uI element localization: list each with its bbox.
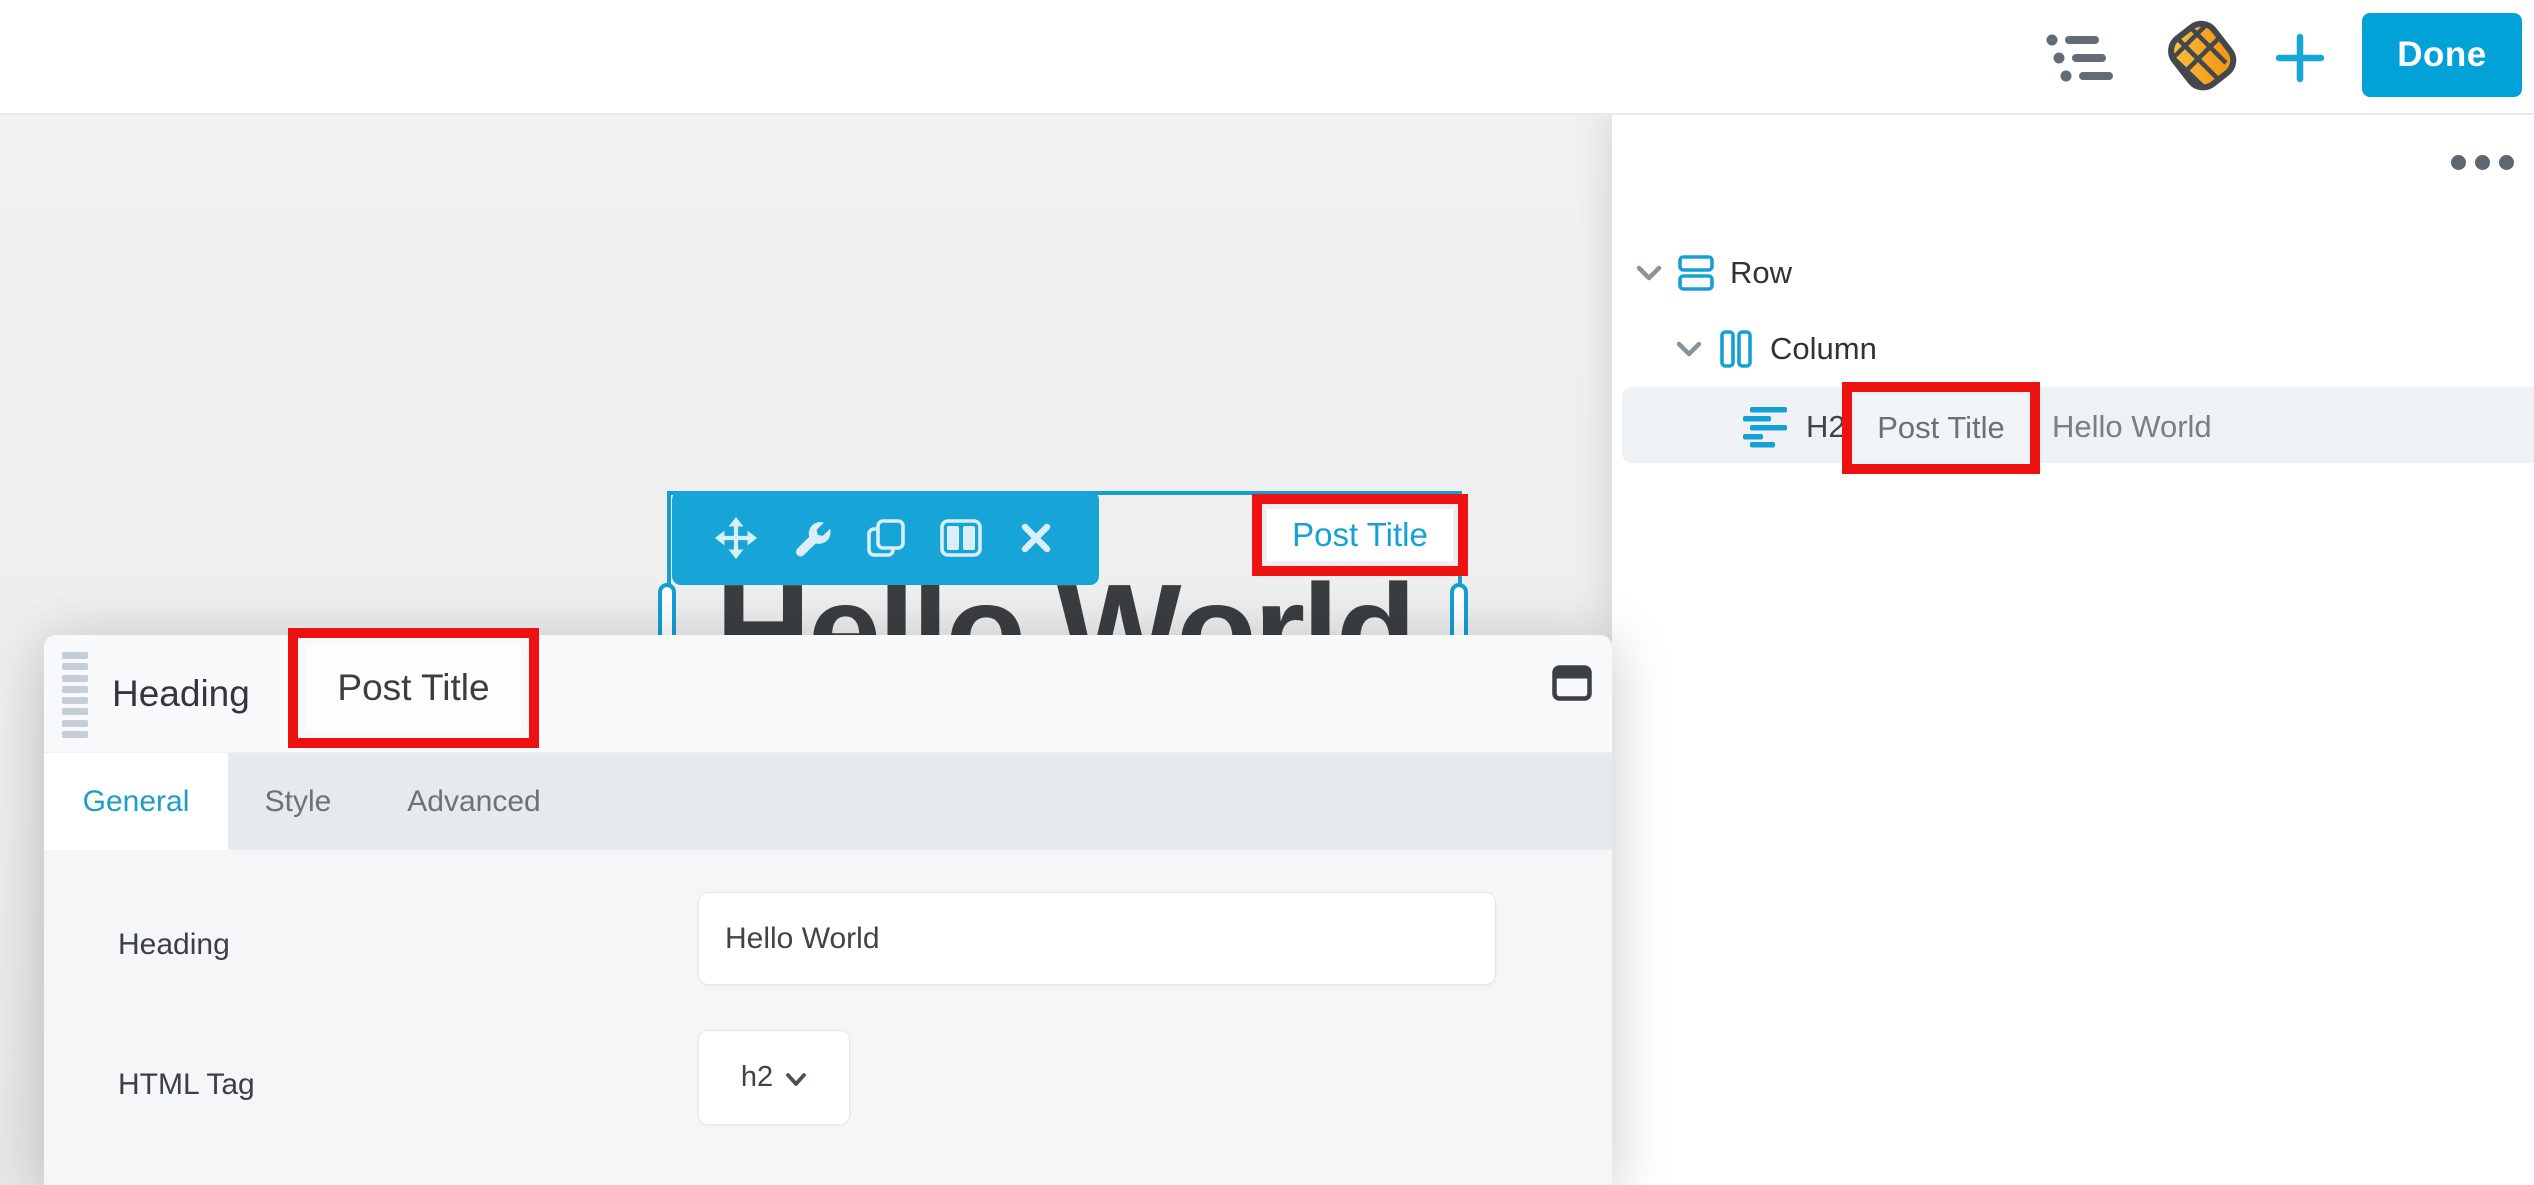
duplicate-icon[interactable]: [864, 516, 908, 560]
module-toolbar: [672, 491, 1099, 585]
window-icon[interactable]: [1550, 661, 1594, 705]
row-icon: [1678, 254, 1714, 292]
tree-item-column[interactable]: Column: [1676, 328, 1877, 370]
html-tag-field-label: HTML Tag: [118, 1068, 255, 1102]
done-button[interactable]: Done: [2362, 13, 2522, 97]
wrench-icon[interactable]: [789, 516, 833, 560]
heading-field-label: Heading: [118, 928, 230, 962]
settings-panel-subtitle: Post Title: [306, 646, 521, 730]
heading-field-input[interactable]: [698, 892, 1496, 985]
panel-drag-handle[interactable]: [62, 652, 88, 738]
tab-advanced[interactable]: Advanced: [368, 753, 580, 850]
heading-settings-panel: Heading Post Title General Style Advance…: [44, 635, 1612, 1185]
tree-item-module[interactable]: H2: [1742, 404, 1846, 450]
top-toolbar: Done: [0, 0, 2534, 115]
html-tag-value: h2: [741, 1061, 773, 1094]
move-icon[interactable]: [714, 516, 758, 560]
beaver-builder-app: Hello World Post Title: [0, 0, 2534, 1185]
chevron-down-icon[interactable]: [1676, 340, 1702, 358]
heading-module-icon: [1742, 406, 1788, 448]
settings-panel-title: Heading: [112, 635, 250, 753]
ellipsis-menu-icon[interactable]: [2442, 140, 2522, 184]
settings-header: Heading Post Title: [44, 635, 1612, 753]
tree-module-name: Post Title: [1856, 396, 2026, 460]
html-tag-select[interactable]: h2: [698, 1030, 850, 1125]
tree-module-text: Hello World: [2052, 409, 2212, 445]
settings-body: Heading HTML Tag h2: [44, 850, 1612, 1185]
tree-module-text-wrap: Hello World: [2052, 404, 2212, 450]
settings-tabs: General Style Advanced: [44, 753, 1612, 850]
chevron-down-icon: [785, 1072, 807, 1087]
column-icon: [1718, 329, 1754, 369]
annotation-box-header: Post Title: [288, 628, 539, 748]
module-label[interactable]: Post Title: [1267, 509, 1453, 561]
outline-panel-icon[interactable]: [2040, 28, 2116, 88]
tree-item-row[interactable]: Row: [1636, 252, 1792, 294]
chevron-down-icon[interactable]: [1636, 264, 1662, 282]
annotation-box-tree: Post Title: [1842, 382, 2040, 474]
tree-module-tag: H2: [1806, 409, 1846, 445]
tree-column-label[interactable]: Column: [1770, 331, 1877, 367]
close-icon[interactable]: [1014, 516, 1058, 560]
add-content-icon[interactable]: [2270, 30, 2330, 86]
beaver-builder-logo-icon[interactable]: [2152, 8, 2252, 106]
tab-style[interactable]: Style: [228, 753, 368, 850]
columns-icon[interactable]: [939, 516, 983, 560]
tree-row-label[interactable]: Row: [1730, 255, 1792, 291]
tab-general[interactable]: General: [44, 753, 228, 850]
annotation-box-canvas: Post Title: [1252, 494, 1468, 576]
